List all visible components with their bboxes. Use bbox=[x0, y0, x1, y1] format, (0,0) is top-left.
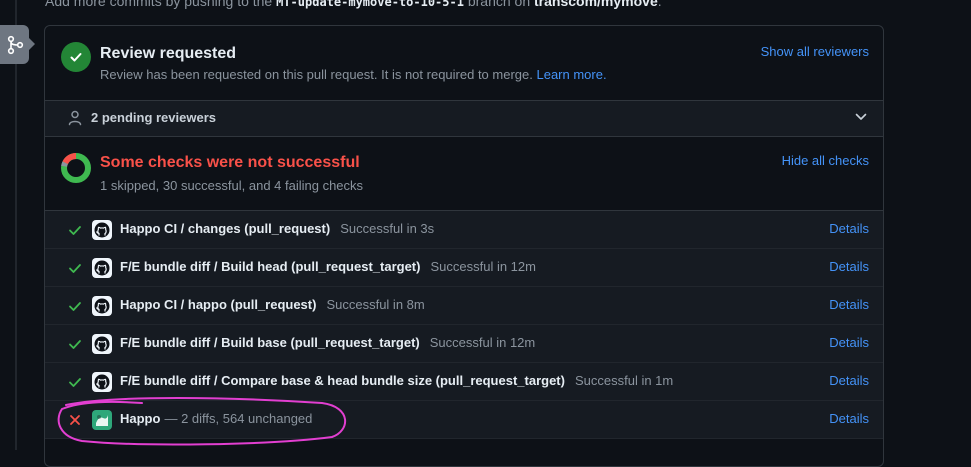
git-merge-icon bbox=[0, 25, 35, 64]
github-actions-icon bbox=[92, 220, 112, 240]
check-mark-icon bbox=[69, 302, 81, 311]
check-details-link[interactable]: Details bbox=[829, 335, 869, 350]
check-status: Successful in 12m bbox=[430, 259, 536, 274]
check-row: Happo CI / happo (pull_request) Successfu… bbox=[45, 287, 883, 325]
pending-reviewers-label: 2 pending reviewers bbox=[91, 110, 216, 125]
pending-reviewers-toggle[interactable]: 2 pending reviewers bbox=[45, 100, 883, 137]
check-details-link[interactable]: Details bbox=[829, 373, 869, 388]
merge-box: Review requested Review has been request… bbox=[44, 25, 884, 467]
github-actions-icon bbox=[92, 372, 112, 392]
github-actions-icon bbox=[92, 334, 112, 354]
github-actions-icon bbox=[92, 296, 112, 316]
review-description-text: Review has been requested on this pull r… bbox=[100, 67, 533, 82]
check-status: Successful in 3s bbox=[340, 221, 435, 236]
chevron-down-icon[interactable] bbox=[855, 112, 867, 122]
push-hint-prefix: Add more commits by pushing to the bbox=[45, 0, 277, 9]
review-requested-section: Review requested Review has been request… bbox=[45, 26, 883, 100]
check-row: Happo CI / changes (pull_request) Success… bbox=[45, 211, 883, 249]
review-title: Review requested bbox=[100, 45, 237, 62]
push-hint-text: Add more commits by pushing to the MT-up… bbox=[45, 0, 662, 11]
push-hint-suffix: . bbox=[657, 0, 662, 9]
checks-summary: 1 skipped, 30 successful, and 4 failing … bbox=[100, 178, 364, 193]
check-row: F/E bundle diff / Build base (pull_reque… bbox=[45, 325, 883, 363]
happo-logo-icon bbox=[92, 410, 112, 430]
check-name: Happo CI / happo (pull_request) Successfu… bbox=[120, 297, 425, 312]
push-hint-middle: branch on bbox=[463, 0, 535, 9]
review-check-icon bbox=[61, 42, 91, 72]
show-all-reviewers-link[interactable]: Show all reviewers bbox=[761, 44, 869, 59]
check-row: F/E bundle diff / Compare base & head bu… bbox=[45, 363, 883, 401]
checks-summary-section: Some checks were not successful 1 skippe… bbox=[45, 136, 883, 211]
repo-name[interactable]: transcom/mymove bbox=[534, 0, 658, 9]
review-description: Review has been requested on this pull r… bbox=[100, 67, 607, 82]
branch-name[interactable]: MT-update-mymove-to-10-5-1 bbox=[276, 0, 464, 9]
check-details-link[interactable]: Details bbox=[829, 259, 869, 274]
hide-all-checks-link[interactable]: Hide all checks bbox=[782, 153, 869, 168]
check-name: Happo CI / changes (pull_request) Success… bbox=[120, 221, 435, 236]
check-status: — 2 diffs, 564 unchanged bbox=[164, 411, 313, 426]
checks-status-donut-icon bbox=[61, 153, 91, 183]
check-name: F/E bundle diff / Build head (pull_reque… bbox=[120, 259, 536, 274]
check-details-link[interactable]: Details bbox=[829, 221, 869, 236]
check-details-link[interactable]: Details bbox=[829, 297, 869, 312]
check-name: F/E bundle diff / Build base (pull_reque… bbox=[120, 335, 536, 350]
timeline-line bbox=[15, 0, 17, 450]
check-name: F/E bundle diff / Compare base & head bu… bbox=[120, 373, 674, 388]
check-mark-icon bbox=[69, 226, 81, 235]
x-mark-icon bbox=[70, 415, 80, 425]
check-mark-icon bbox=[69, 340, 81, 349]
check-name: Happo — 2 diffs, 564 unchanged bbox=[120, 411, 313, 426]
checks-title: Some checks were not successful bbox=[100, 154, 360, 171]
check-status: Successful in 8m bbox=[326, 297, 425, 312]
check-status: Successful in 12m bbox=[429, 335, 536, 350]
person-icon bbox=[68, 110, 82, 126]
check-mark-icon bbox=[69, 378, 81, 387]
check-row: F/E bundle diff / Build head (pull_reque… bbox=[45, 249, 883, 287]
github-actions-icon bbox=[92, 258, 112, 278]
learn-more-link[interactable]: Learn more. bbox=[536, 67, 606, 82]
check-row: Happo — 2 diffs, 564 unchanged Details bbox=[45, 401, 883, 439]
check-details-link[interactable]: Details bbox=[829, 411, 869, 426]
check-mark-icon bbox=[69, 264, 81, 273]
check-status: Successful in 1m bbox=[574, 373, 674, 388]
